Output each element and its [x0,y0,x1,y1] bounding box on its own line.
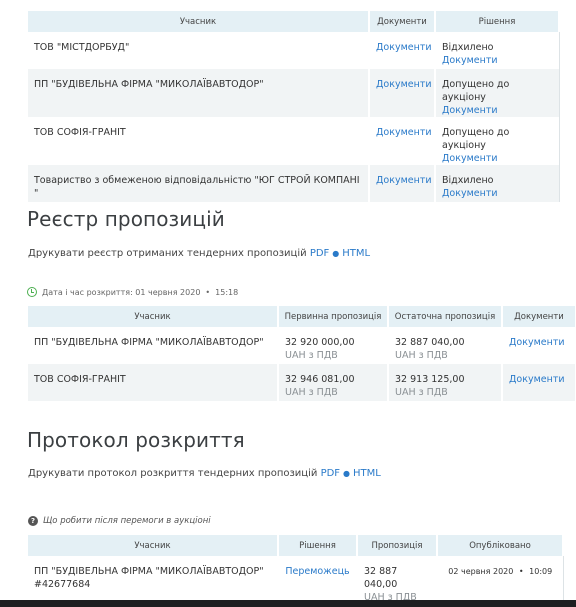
column-header-final-offer: Остаточна пропозиція [388,306,503,327]
question-icon: ? [28,516,38,526]
register-title: Реєстр пропозицій [27,207,225,231]
register-print-text: Друкувати реєстр отриманих тендерних про… [28,248,307,259]
decision-documents-link[interactable]: Документи [442,188,498,199]
protocol-print-line: Друкувати протокол розкриття тендерних п… [28,468,381,479]
documents-link[interactable]: Документи [509,337,565,348]
documents-link[interactable]: Документи [376,175,432,186]
bidders-header-row: Учасник Документи Рішення [28,11,560,32]
offer-amount: 32 887 040,00 [364,566,398,590]
help-line[interactable]: ? Що робити після перемоги в аукціоні [28,516,211,526]
bottom-bar [0,600,576,607]
table-row: ТОВ СОФІЯ-ГРАНІТ Документи Допущено до а… [28,117,560,165]
table-row: Товариство з обмеженою відповідальністю … [28,165,560,202]
column-header-decision: Рішення [435,11,560,32]
opening-date-line: Дата і час розкриття: 01 червня 2020 • 1… [27,287,238,297]
register-print-line: Друкувати реєстр отриманих тендерних про… [28,248,370,259]
separator-bullet: • [205,287,211,297]
published-date: 02 червня 2020 [448,567,514,576]
decision-documents-link[interactable]: Документи [442,153,498,164]
column-header-documents: Документи [502,306,576,327]
participant-id: #42677684 [34,579,91,590]
winner-link[interactable]: Переможець [285,566,349,577]
protocol-title: Протокол розкриття [27,428,245,452]
protocol-print-text: Друкувати протокол розкриття тендерних п… [28,468,318,479]
column-header-participant: Учасник [28,306,279,327]
documents-link[interactable]: Документи [376,127,432,138]
table-row: ПП "БУДІВЕЛЬНА ФІРМА "МИКОЛАЇВАВТОДОР" 3… [28,327,576,364]
opening-time: 15:18 [215,287,239,297]
final-offer-amount: 32 887 040,00 [395,337,465,348]
decision-status: Відхилено [442,175,494,186]
register-table: Учасник Первинна пропозиція Остаточна пр… [28,306,576,401]
participant-name: ТОВ СОФІЯ-ГРАНІТ [28,117,370,165]
help-link-text[interactable]: Що робити після перемоги в аукціоні [43,516,211,526]
decision-documents-link[interactable]: Документи [442,55,498,66]
initial-offer-currency: UAH з ПДВ [285,350,338,361]
participant-name: ПП "БУДІВЕЛЬНА ФІРМА "МИКОЛАЇВАВТОДОР" [28,327,279,364]
table-row: ТОВ СОФІЯ-ГРАНІТ 32 946 081,00 UAH з ПДВ … [28,364,576,401]
register-html-link[interactable]: HTML [342,248,370,259]
initial-offer-amount: 32 920 000,00 [285,337,355,348]
final-offer-currency: UAH з ПДВ [395,350,448,361]
initial-offer-currency: UAH з ПДВ [285,387,338,398]
protocol-table: Учасник Рішення Пропозиція Опубліковано … [28,535,564,607]
separator-bullet: • [518,567,524,576]
initial-offer-amount: 32 946 081,00 [285,374,355,385]
documents-link[interactable]: Документи [376,79,432,90]
clock-icon [27,287,37,297]
column-header-decision: Рішення [278,535,358,556]
protocol-html-link[interactable]: HTML [353,468,381,479]
column-header-documents: Документи [369,11,436,32]
column-header-initial-offer: Первинна пропозиція [278,306,389,327]
decision-status: Допущено до аукціону [442,79,510,103]
table-row: ПП "БУДІВЕЛЬНА ФІРМА "МИКОЛАЇВАВТОДОР" Д… [28,69,560,117]
participant-name: ПП "БУДІВЕЛЬНА ФІРМА "МИКОЛАЇВАВТОДОР" [34,566,264,577]
decision-status: Відхилено [442,42,494,53]
participant-name: ТОВ СОФІЯ-ГРАНІТ [28,364,279,401]
separator-dot: ● [343,469,351,478]
column-header-published: Опубліковано [437,535,564,556]
register-header-row: Учасник Первинна пропозиція Остаточна пр… [28,306,576,327]
documents-link[interactable]: Документи [509,374,565,385]
column-header-participant: Учасник [28,11,370,32]
decision-documents-link[interactable]: Документи [442,105,498,116]
register-pdf-link[interactable]: PDF [310,248,329,259]
protocol-header-row: Учасник Рішення Пропозиція Опубліковано [28,535,564,556]
decision-status: Допущено до аукціону [442,127,510,151]
participant-name: Товариство з обмеженою відповідальністю … [28,165,370,202]
bidders-table: Учасник Документи Рішення ТОВ "МІСТДОРБУ… [28,11,560,202]
opening-date: Дата і час розкриття: 01 червня 2020 [42,287,201,297]
published-time: 10:09 [529,567,553,576]
final-offer-amount: 32 913 125,00 [395,374,465,385]
column-header-participant: Учасник [28,535,279,556]
final-offer-currency: UAH з ПДВ [395,387,448,398]
participant-name: ТОВ "МІСТДОРБУД" [28,32,370,69]
table-row: ТОВ "МІСТДОРБУД" Документи Відхилено Доку… [28,32,560,69]
column-header-offer: Пропозиція [357,535,438,556]
participant-name: ПП "БУДІВЕЛЬНА ФІРМА "МИКОЛАЇВАВТОДОР" [28,69,370,117]
documents-link[interactable]: Документи [376,42,432,53]
separator-dot: ● [332,249,340,258]
protocol-pdf-link[interactable]: PDF [321,468,340,479]
